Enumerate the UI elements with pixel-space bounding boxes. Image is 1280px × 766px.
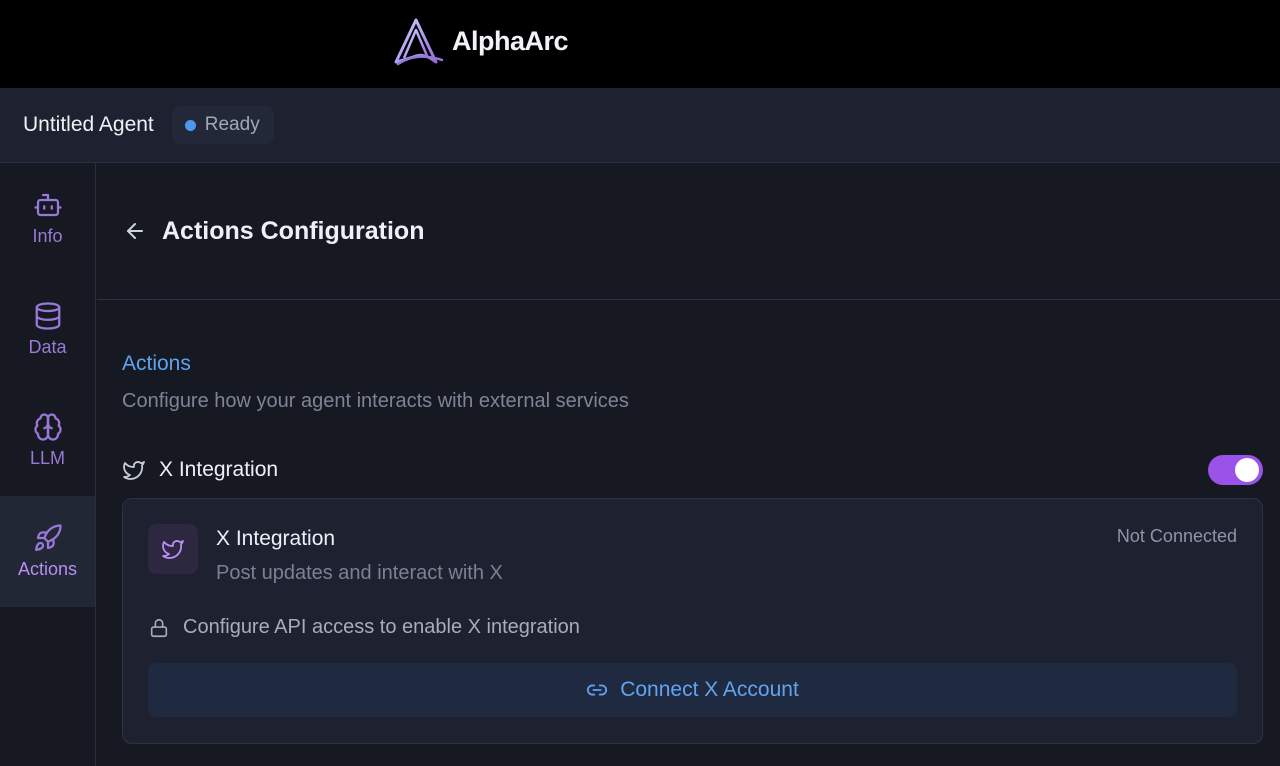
sidebar-item-info[interactable]: Info bbox=[0, 163, 95, 274]
brain-icon bbox=[33, 413, 62, 441]
agent-name[interactable]: Untitled Agent bbox=[23, 113, 154, 137]
brand[interactable]: AlphaArc bbox=[392, 16, 569, 66]
integration-toggle[interactable] bbox=[1208, 455, 1263, 485]
card-icon-tile bbox=[148, 524, 198, 574]
database-icon bbox=[35, 302, 60, 330]
connect-x-account-button[interactable]: Connect X Account bbox=[148, 663, 1237, 717]
arrow-left-icon[interactable] bbox=[123, 219, 147, 243]
alphaarc-logo-icon bbox=[394, 18, 444, 66]
sidebar-item-actions[interactable]: Actions bbox=[0, 496, 95, 607]
status-text: Ready bbox=[204, 114, 260, 135]
sidebar-item-label: Actions bbox=[17, 559, 78, 579]
api-notice: Configure API access to enable X integra… bbox=[148, 616, 580, 639]
card-title: X Integration bbox=[216, 527, 336, 550]
page-header: Actions Configuration bbox=[97, 163, 1280, 300]
status-dot bbox=[184, 119, 196, 131]
main-panel: Actions Configuration Actions Configure … bbox=[97, 163, 1280, 766]
link-icon bbox=[587, 684, 608, 696]
integration-name: X Integration bbox=[159, 458, 279, 481]
section-description: Configure how your agent interacts with … bbox=[122, 390, 629, 412]
twitter-bird-icon bbox=[123, 461, 145, 480]
twitter-bird-icon bbox=[162, 540, 184, 559]
sidebar-item-label: Data bbox=[28, 337, 67, 357]
section-title: Actions bbox=[122, 352, 191, 375]
toggle-knob bbox=[1235, 458, 1259, 482]
agent-bar: Untitled Agent Ready bbox=[0, 88, 1280, 163]
card-subtitle: Post updates and interact with X bbox=[216, 562, 503, 584]
connect-button-label: Connect X Account bbox=[620, 678, 799, 701]
sidebar: Info Data LLM Actions bbox=[0, 163, 96, 766]
sidebar-item-label: Info bbox=[32, 226, 63, 246]
top-bar: AlphaArc bbox=[0, 0, 1280, 88]
status-badge: Ready bbox=[171, 106, 274, 144]
page-title: Actions Configuration bbox=[162, 216, 425, 245]
integration-card: X Integration Post updates and interact … bbox=[122, 498, 1263, 744]
rocket-icon bbox=[34, 524, 62, 551]
robot-icon bbox=[33, 193, 62, 217]
integration-row: X Integration bbox=[122, 455, 1263, 485]
connection-status: Not Connected bbox=[1116, 526, 1237, 546]
sidebar-item-llm[interactable]: LLM bbox=[0, 385, 95, 496]
lock-icon bbox=[150, 618, 168, 637]
sidebar-item-label: LLM bbox=[29, 448, 65, 468]
api-notice-text: Configure API access to enable X integra… bbox=[183, 616, 580, 638]
brand-name: AlphaArc bbox=[452, 25, 569, 56]
sidebar-item-data[interactable]: Data bbox=[0, 274, 95, 385]
